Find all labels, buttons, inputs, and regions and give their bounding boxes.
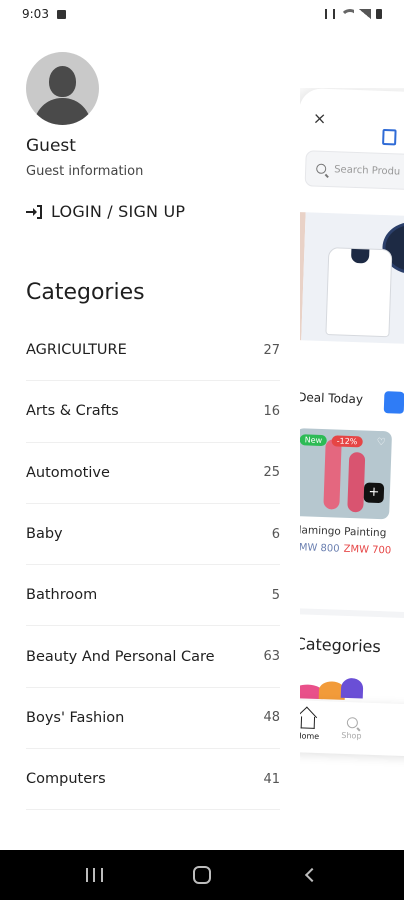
search-input[interactable]: Search Produ [304, 150, 404, 191]
avatar-head-shape [49, 66, 76, 97]
category-name: Baby [26, 526, 63, 543]
category-count: 27 [263, 342, 280, 358]
tab-shop[interactable]: Shop [329, 701, 375, 755]
promo-banner[interactable] [300, 211, 404, 345]
discount-badge: -12% [331, 435, 363, 448]
category-item[interactable]: Arts & Crafts 16 [26, 381, 280, 443]
guest-name: Guest [26, 136, 76, 156]
heart-icon[interactable]: ♡ [377, 437, 386, 448]
login-label: LOGIN / SIGN UP [51, 202, 186, 221]
category-item[interactable]: Bathroom 5 [26, 565, 280, 627]
shirt-image [325, 247, 393, 338]
bottom-tab-bar: Home Shop [300, 699, 404, 757]
category-name: Boys' Fashion [26, 709, 125, 726]
search-placeholder: Search Produ [333, 163, 401, 178]
tab-home[interactable]: Home [300, 700, 331, 754]
price-row: ZMW 800 ZMW 700 [300, 542, 391, 556]
home-circle-icon [193, 866, 211, 884]
tab-shop-label: Shop [341, 730, 362, 741]
section-divider [300, 607, 404, 619]
wifi-icon [340, 9, 354, 19]
battery-icon [376, 9, 382, 19]
preview-categories-title: Categories [300, 634, 382, 657]
app-preview-panel[interactable]: × Search Produ Deal Today New -12% ♡ + F… [300, 88, 404, 788]
home-icon [300, 716, 316, 729]
guest-info: Guest information [26, 164, 144, 179]
category-item[interactable]: Computers 41 [26, 749, 280, 811]
category-count: 63 [263, 649, 280, 665]
flamingo-shape [323, 439, 342, 510]
product-card[interactable]: New -12% ♡ + [300, 428, 393, 520]
add-to-cart-button[interactable]: + [363, 482, 385, 504]
recent-apps-icon [85, 868, 103, 882]
category-thumbnail [340, 677, 364, 699]
category-name: Arts & Crafts [26, 403, 119, 420]
category-count: 16 [263, 403, 280, 419]
avatar[interactable] [26, 52, 99, 125]
deal-today-title: Deal Today [300, 390, 364, 407]
shop-search-icon [346, 716, 358, 728]
product-name: Flamingo Painting [300, 524, 387, 540]
home-button[interactable] [182, 855, 222, 895]
logo-icon [382, 128, 397, 146]
new-badge: New [300, 434, 328, 447]
category-item[interactable]: Beauty And Personal Care 63 [26, 626, 280, 688]
status-time: 9:03 [22, 7, 49, 21]
status-right [325, 9, 382, 19]
category-count: 5 [271, 587, 280, 603]
deal-view-all-button[interactable] [383, 391, 404, 414]
category-name: Computers [26, 771, 106, 788]
category-item[interactable]: Boys' Fashion 48 [26, 688, 280, 750]
login-icon [26, 204, 42, 219]
category-item[interactable]: Automotive 25 [26, 443, 280, 504]
signal-icon [359, 9, 371, 19]
category-name: Automotive [26, 464, 110, 481]
close-icon[interactable]: × [313, 108, 327, 127]
price-new: ZMW 700 [343, 543, 392, 557]
status-left: 9:03 [22, 7, 66, 21]
avatar-body-shape [34, 98, 91, 125]
image-icon [56, 9, 66, 19]
category-name: Bathroom [26, 587, 98, 604]
category-name: Beauty And Personal Care [26, 648, 215, 665]
login-signup-button[interactable]: LOGIN / SIGN UP [26, 202, 185, 221]
system-nav-bar [0, 850, 404, 900]
categories-heading: Categories [26, 280, 145, 305]
status-bar: 9:03 [0, 0, 404, 28]
category-count: 6 [271, 526, 280, 542]
flamingo-shape [347, 451, 366, 513]
category-item[interactable]: AGRICULTURE 27 [26, 320, 280, 382]
app-preview-card: × Search Produ Deal Today New -12% ♡ + F… [300, 88, 404, 788]
category-list: AGRICULTURE 27 Arts & Crafts 16 Automoti… [26, 320, 280, 811]
search-icon [316, 163, 327, 174]
category-count: 41 [263, 771, 280, 787]
recent-apps-button[interactable] [74, 855, 114, 895]
tab-home-label: Home [300, 731, 320, 742]
back-button[interactable] [290, 855, 330, 895]
category-count: 48 [263, 710, 280, 726]
category-count: 25 [263, 465, 280, 481]
category-name: AGRICULTURE [26, 342, 127, 359]
vibrate-icon [325, 9, 335, 19]
category-item[interactable]: Baby 6 [26, 504, 280, 566]
navigation-drawer: Guest Guest information LOGIN / SIGN UP … [0, 28, 300, 850]
price-old: ZMW 800 [300, 542, 340, 555]
back-chevron-icon [304, 867, 320, 883]
banner-image [301, 212, 404, 345]
